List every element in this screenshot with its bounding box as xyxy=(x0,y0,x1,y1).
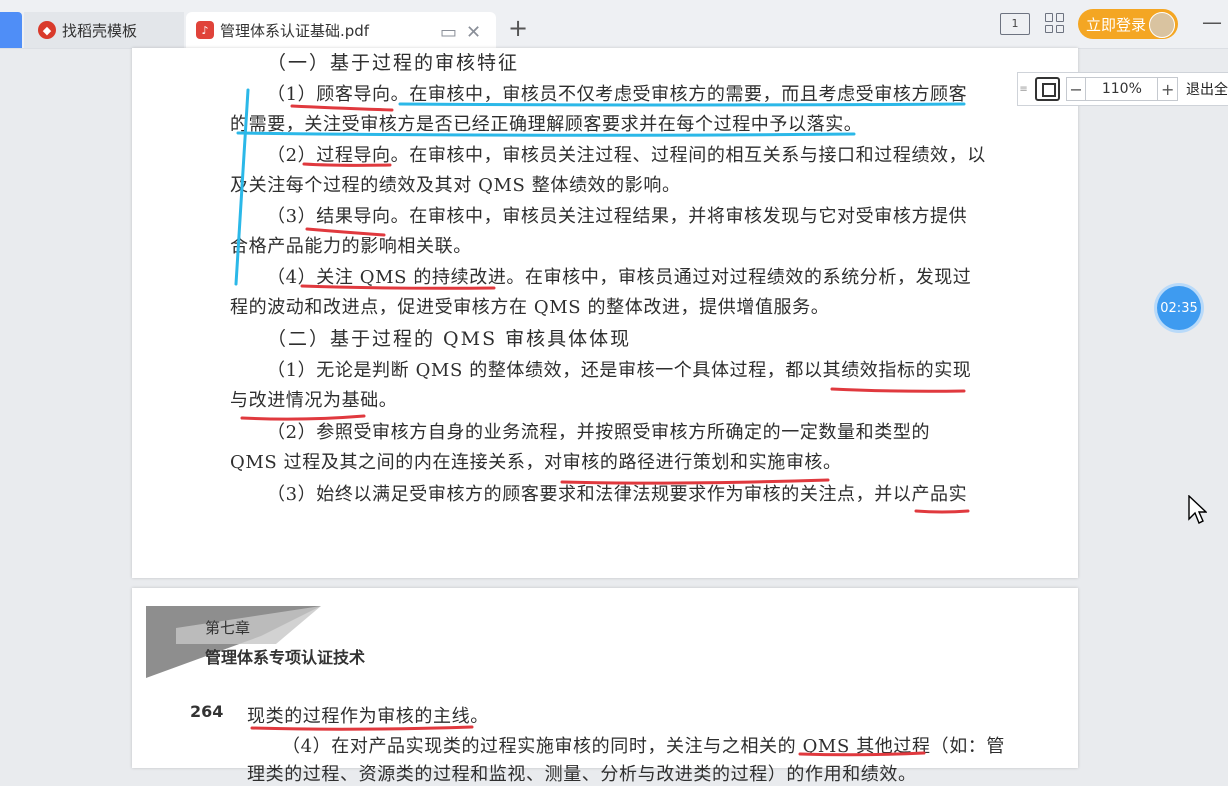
add-tab-button[interactable]: + xyxy=(508,16,528,40)
tab-docer-templates[interactable]: ◆ 找稻壳模板 xyxy=(24,12,184,48)
red-underline xyxy=(830,387,966,393)
zoom-level-input[interactable]: 110% xyxy=(1086,77,1158,101)
pdf-page-1: （一）基于过程的审核特征 （1）顾客导向。在审核中，审核员不仅考虑受审核方的需要，… xyxy=(132,48,1078,578)
zoom-out-button[interactable]: − xyxy=(1065,77,1087,101)
zoom-in-button[interactable]: + xyxy=(1157,77,1179,101)
text-line: 程的波动和改进点，促进受审核方在 QMS 的整体改进，提供增值服务。 xyxy=(230,297,830,318)
text-line: 合格产品能力的影响相关联。 xyxy=(230,236,472,257)
text-line: 的需要，关注受审核方是否已经正确理解顾客要求并在每个过程中予以落实。 xyxy=(230,114,863,135)
text-line: （1）无论是判断 QMS 的整体绩效，还是审核一个具体过程，都以其绩效指标的实现 xyxy=(267,360,972,381)
exit-fullscreen-button[interactable]: 退出全 xyxy=(1186,79,1228,99)
tab-label: 管理体系认证基础.pdf xyxy=(220,21,370,40)
page-number: 264 xyxy=(190,702,224,721)
text-line: QMS 过程及其之间的内在连接关系，对审核的路径进行策划和实施审核。 xyxy=(230,452,842,473)
avatar xyxy=(1149,12,1175,38)
home-tab[interactable] xyxy=(0,12,22,48)
text-line: 及关注每个过程的绩效及其对 QMS 整体绩效的影响。 xyxy=(230,175,681,196)
timer-badge[interactable]: 02:35 xyxy=(1157,286,1201,330)
grid-view-icon[interactable] xyxy=(1045,13,1065,33)
close-tab-icon[interactable]: ✕ xyxy=(466,22,481,43)
text-line: 现类的过程作为审核的主线。 xyxy=(247,706,489,727)
zoom-toolbar: ≡ − 110% + 退出全 xyxy=(1017,72,1228,106)
text-line: （3）结果导向。在审核中，审核员关注过程结果，并将审核发现与它对受审核方提供 xyxy=(267,206,968,227)
text-line: 与改进情况为基础。 xyxy=(230,390,398,411)
mouse-cursor-icon xyxy=(1188,495,1207,524)
text-line: 理类的过程、资源类的过程和监视、测量、分析与改进类的过程）的作用和绩效。 xyxy=(247,764,917,785)
login-label: 立即登录 xyxy=(1086,15,1147,34)
text-line: （4）关注 QMS 的持续改进。在审核中，审核员通过对过程绩效的系统分析，发现过 xyxy=(267,267,972,288)
pdf-page-2: 第七章 管理体系专项认证技术 264 现类的过程作为审核的主线。 （4）在对产品… xyxy=(132,588,1078,785)
chapter-title: 管理体系专项认证技术 xyxy=(205,648,366,667)
text-line: （2）参照受审核方自身的业务流程，并按照受审核方所确定的一定数量和类型的 xyxy=(267,422,931,443)
tab-pdf-document[interactable]: ♪ 管理体系认证基础.pdf ▭ ✕ xyxy=(186,12,496,48)
section-heading: （二）基于过程的 QMS 审核具体体现 xyxy=(267,328,632,350)
red-underline xyxy=(914,509,970,514)
pdf-file-icon: ♪ xyxy=(196,21,214,39)
text-line: （4）在对产品实现类的过程实施审核的同时，关注与之相关的 QMS 其他过程（如：… xyxy=(282,736,1006,757)
text-line: （3）始终以满足受审核方的顾客要求和法律法规要求作为审核的关注点，并以产品实 xyxy=(267,484,968,505)
read-mode-icon[interactable]: 1 xyxy=(1000,13,1030,35)
text-line: （2）过程导向。在审核中，审核员关注过程、过程间的相互关系与接口和过程绩效，以 xyxy=(267,145,986,166)
login-button[interactable]: 立即登录 xyxy=(1078,9,1178,39)
chapter-label: 第七章 xyxy=(205,619,251,637)
minimize-button[interactable]: — xyxy=(1202,10,1222,34)
drag-handle-icon[interactable]: ≡ xyxy=(1018,84,1029,95)
tab-label: 找稻壳模板 xyxy=(62,21,138,40)
section-heading: （一）基于过程的审核特征 xyxy=(267,52,520,74)
monitor-icon[interactable]: ▭ xyxy=(440,22,457,43)
text-line: （1）顾客导向。在审核中，审核员不仅考虑受审核方的需要，而且考虑受审核方顾客 xyxy=(267,84,968,105)
tab-bar: ◆ 找稻壳模板 ♪ 管理体系认证基础.pdf ▭ ✕ + 1 立即登录 — xyxy=(0,0,1228,49)
docer-logo-icon: ◆ xyxy=(38,21,56,39)
fit-page-icon[interactable] xyxy=(1035,77,1060,101)
